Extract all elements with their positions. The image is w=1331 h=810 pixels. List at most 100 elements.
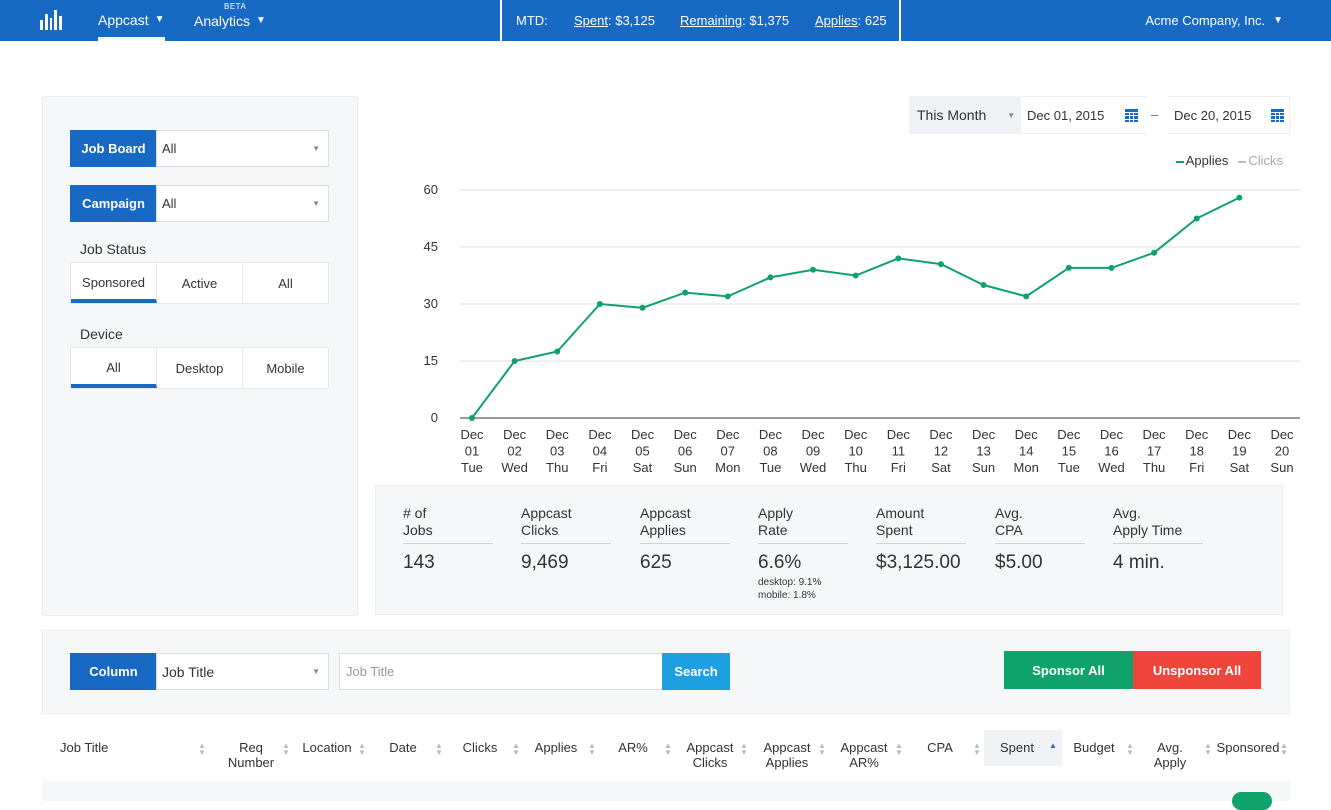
unsponsor-all-button[interactable]: Unsponsor All (1133, 651, 1261, 689)
stat-title-line: Rate (758, 522, 788, 538)
column-header-label: Req (239, 740, 263, 755)
sort-icon[interactable]: ▲ ▼ (435, 742, 443, 757)
sort-icon[interactable]: ▲ ▼ (1204, 742, 1212, 757)
remaining-link[interactable]: Remaining (680, 13, 742, 28)
job-board-label: Job Board (70, 130, 157, 167)
job-status-sponsored[interactable]: Sponsored (71, 263, 157, 303)
y-tick-label: 15 (424, 353, 438, 368)
spent-link[interactable]: Spent (574, 13, 608, 28)
applies-value: : 625 (857, 13, 887, 28)
x-tick-label: 10 (848, 444, 862, 459)
sort-icon[interactable]: ▲ ▼ (1126, 742, 1134, 757)
x-tick-label: 12 (934, 444, 948, 459)
column-header[interactable]: Appcast Applies (759, 740, 815, 770)
column-select[interactable]: Job Title ▼ (156, 653, 329, 690)
data-point (682, 289, 689, 296)
calendar-icon[interactable] (1125, 109, 1138, 122)
stat-title: Avg. Apply Time (1113, 505, 1203, 544)
x-tick-label: 13 (976, 444, 990, 459)
mtd-applies[interactable]: Applies: 625 (815, 0, 887, 41)
legend-applies[interactable]: Applies (1176, 153, 1229, 168)
campaign-select[interactable]: All ▼ (156, 185, 329, 222)
data-point (1236, 194, 1243, 201)
column-header-label: Applies (534, 740, 578, 755)
device-desktop[interactable]: Desktop (157, 348, 243, 388)
x-tick-label: 07 (721, 444, 735, 459)
column-header[interactable]: Clicks (460, 740, 500, 755)
x-tick-label: Wed (1098, 460, 1125, 475)
column-header[interactable]: Req Number (226, 740, 276, 770)
sponsor-all-button[interactable]: Sponsor All (1004, 651, 1133, 689)
mtd-label: MTD: (516, 13, 548, 28)
stat-card: Apply Rate 6.6% desktop: 9.1% mobile: 1.8% (758, 505, 848, 602)
legend-clicks[interactable]: Clicks (1238, 153, 1283, 168)
sort-icon[interactable]: ▲ ▼ (973, 742, 981, 757)
column-header[interactable]: Appcast Clicks (682, 740, 738, 770)
sponsored-toggle[interactable] (1232, 792, 1272, 810)
nav-appcast-menu[interactable]: Appcast ▼ (98, 0, 165, 41)
column-header[interactable]: CPA (924, 740, 956, 755)
x-tick-label: 18 (1190, 444, 1204, 459)
date-preset-select[interactable]: This Month ▼ (909, 96, 1021, 134)
column-header[interactable]: Job Title (60, 740, 170, 755)
stat-value: $3,125.00 (876, 552, 961, 573)
stat-title-line: CPA (995, 522, 1023, 538)
series-line-applies (471, 196, 1240, 419)
column-header[interactable]: Appcast AR% (836, 740, 892, 770)
data-point (469, 415, 475, 421)
sort-icon[interactable]: ▲ ▼ (512, 742, 520, 757)
chevron-down-icon: ▼ (1273, 15, 1283, 26)
job-board-select[interactable]: All ▼ (156, 130, 329, 167)
stat-value: $5.00 (995, 552, 1043, 573)
sort-icon[interactable]: ▲ ▼ (818, 742, 826, 757)
device-mobile[interactable]: Mobile (243, 348, 328, 388)
sort-icon[interactable]: ▲ ▼ (740, 742, 748, 757)
mtd-spent[interactable]: Spent: $3,125 (574, 0, 655, 41)
data-point (1151, 249, 1158, 256)
column-header[interactable]: Avg. Apply (1152, 740, 1188, 770)
column-header[interactable]: Budget (1070, 740, 1118, 755)
stat-value: 9,469 (521, 552, 569, 573)
data-point (1108, 264, 1115, 271)
table-row[interactable] (42, 781, 1290, 801)
column-header[interactable]: AR% (618, 740, 648, 755)
column-header[interactable]: Sponsored (1216, 740, 1280, 755)
appcast-logo-icon[interactable] (40, 10, 62, 30)
search-button[interactable]: Search (662, 653, 730, 690)
sort-icon[interactable]: ▲ ▼ (282, 742, 290, 757)
search-input[interactable] (339, 653, 663, 690)
data-point (937, 261, 944, 268)
mtd-remaining[interactable]: Remaining: $1,375 (680, 0, 789, 41)
sort-icon[interactable]: ▲ (1049, 742, 1057, 750)
column-header[interactable]: Spent (997, 740, 1037, 755)
x-tick-label: Tue (1058, 460, 1080, 475)
applies-link[interactable]: Applies (815, 13, 858, 28)
job-status-all[interactable]: All (243, 263, 328, 303)
x-tick-label: 06 (678, 444, 692, 459)
x-tick-label: Thu (844, 460, 866, 475)
job-status-active[interactable]: Active (157, 263, 243, 303)
column-header[interactable]: Applies (533, 740, 579, 755)
column-header[interactable]: Date (386, 740, 420, 755)
sort-icon[interactable]: ▲ ▼ (895, 742, 903, 757)
sort-icon[interactable]: ▲ ▼ (664, 742, 672, 757)
sort-icon[interactable]: ▲ ▼ (1280, 742, 1288, 757)
sort-icon[interactable]: ▲ ▼ (358, 742, 366, 757)
nav-analytics-menu[interactable]: Analytics ▼ (194, 0, 266, 41)
stat-title-line: Apply Time (1113, 522, 1183, 538)
x-tick-label: Wed (501, 460, 528, 475)
calendar-icon[interactable] (1271, 109, 1284, 122)
sort-icon[interactable]: ▲ ▼ (198, 742, 206, 757)
x-tick-label: 11 (892, 444, 906, 459)
y-tick-label: 0 (431, 410, 438, 425)
column-header-label: AR% (849, 755, 879, 770)
x-tick-label: Dec (1100, 427, 1124, 442)
column-header[interactable]: Location (300, 740, 354, 755)
column-header-label: Sponsored (1216, 740, 1280, 755)
column-header-label: Job Title (60, 740, 109, 755)
company-menu[interactable]: Acme Company, Inc. ▼ (1145, 0, 1283, 41)
x-tick-label: Wed (800, 460, 827, 475)
sort-icon[interactable]: ▲ ▼ (588, 742, 596, 757)
device-all[interactable]: All (71, 348, 157, 388)
stat-title: Apply Rate (758, 505, 848, 544)
